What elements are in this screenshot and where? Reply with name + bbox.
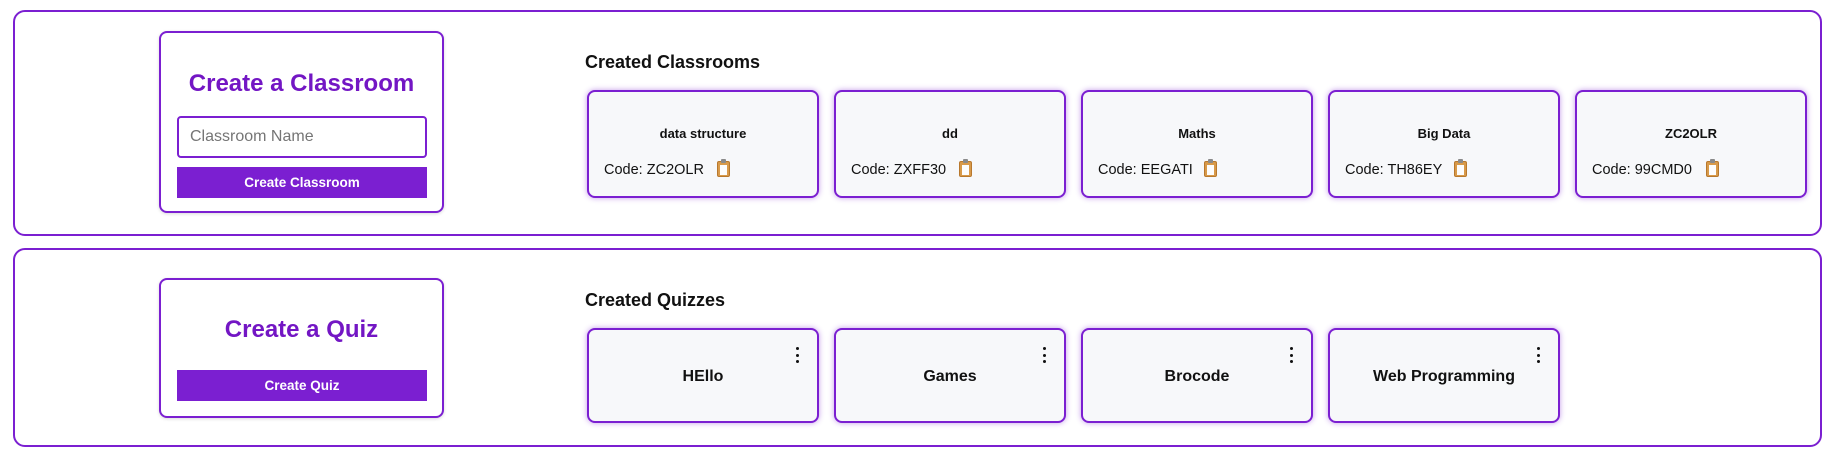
kebab-menu-icon[interactable] [1040,347,1048,363]
classroom-code: Code: TH86EY [1345,162,1442,178]
code-prefix: Code: [1345,162,1388,178]
classroom-name: dd [942,126,958,141]
code-value: ZC2OLR [646,162,704,178]
classroom-card[interactable]: Big Data Code: TH86EY [1328,90,1560,198]
classroom-card[interactable]: data structure Code: ZC2OLR [587,90,819,198]
classroom-list: data structure Code: ZC2OLR dd Code: ZXF… [587,90,1807,198]
clipboard-icon[interactable] [1200,159,1220,179]
quiz-title: Web Programming [1373,368,1515,385]
kebab-menu-icon[interactable] [793,347,801,363]
clipboard-icon[interactable] [713,159,733,179]
create-quiz-button[interactable]: Create Quiz [177,370,427,401]
quiz-title: Brocode [1164,368,1230,385]
create-quiz-title: Create a Quiz [224,316,379,343]
code-value: 99CMD0 [1634,162,1692,178]
classroom-card[interactable]: Maths Code: EEGATI [1081,90,1313,198]
classroom-name: data structure [659,126,747,141]
create-quiz-card: Create a Quiz Create Quiz [159,278,444,418]
created-quizzes-heading: Created Quizzes [585,290,726,310]
kebab-menu-icon[interactable] [1534,347,1542,363]
create-classroom-card: Create a Classroom Create Classroom [159,31,444,213]
code-prefix: Code: [1098,162,1141,178]
quiz-card[interactable]: Brocode [1081,328,1313,423]
classroom-code: Code: 99CMD0 [1592,162,1692,178]
clipboard-icon[interactable] [1702,159,1722,179]
code-prefix: Code: [851,162,894,178]
classroom-name-input[interactable] [177,116,427,158]
code-value: EEGATI [1140,162,1193,178]
code-prefix: Code: [1592,162,1635,178]
quiz-list: HEllo Games Brocode Web Programming [587,328,1560,423]
quiz-title: HEllo [682,368,724,385]
quiz-card[interactable]: Web Programming [1328,328,1560,423]
quiz-card[interactable]: Games [834,328,1066,423]
code-prefix: Code: [604,162,647,178]
code-value: ZXFF30 [893,162,947,178]
classroom-code: Code: ZXFF30 [851,162,946,178]
classrooms-section: Create a Classroom Create Classroom Crea… [13,10,1822,236]
create-classroom-button[interactable]: Create Classroom [177,167,427,198]
classroom-code: Code: ZC2OLR [604,162,704,178]
kebab-menu-icon[interactable] [1287,347,1295,363]
classroom-card[interactable]: ZC2OLR Code: 99CMD0 [1575,90,1807,198]
quiz-title: Games [923,368,977,385]
classroom-name: Big Data [1417,126,1471,141]
quizzes-section: Create a Quiz Create Quiz Created Quizze… [13,248,1822,447]
code-value: TH86EY [1387,162,1443,178]
classroom-code: Code: EEGATI [1098,162,1193,178]
classroom-card[interactable]: dd Code: ZXFF30 [834,90,1066,198]
clipboard-icon[interactable] [1450,159,1470,179]
clipboard-icon[interactable] [955,159,975,179]
created-classrooms-heading: Created Classrooms [585,52,761,72]
quiz-card[interactable]: HEllo [587,328,819,423]
classroom-name: Maths [1178,126,1216,141]
classroom-name: ZC2OLR [1665,126,1717,141]
create-classroom-title: Create a Classroom [188,70,415,97]
